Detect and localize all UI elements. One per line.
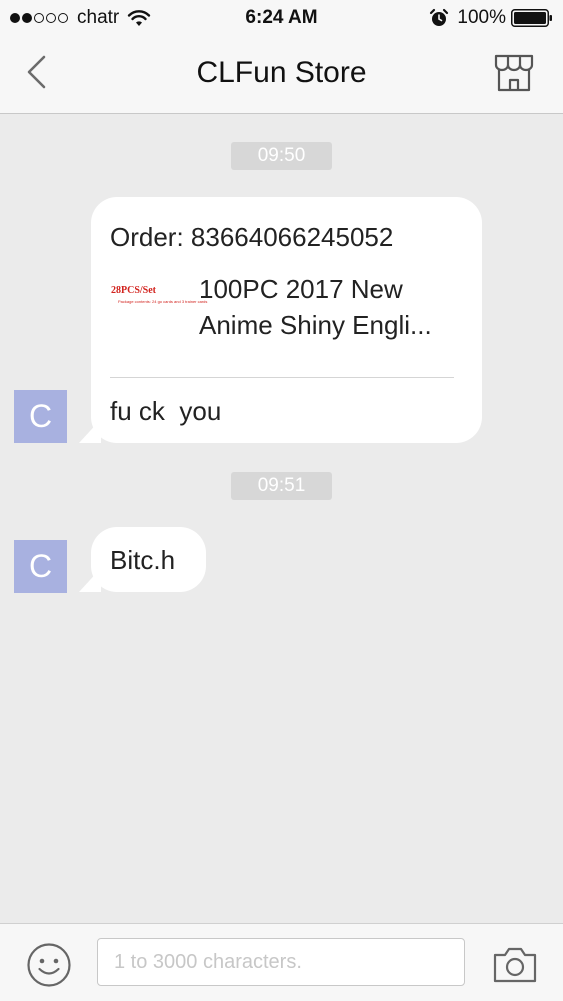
message-timestamp: 09:50	[231, 142, 332, 170]
status-bar: chatr 6:24 AM 100%	[0, 0, 563, 36]
product-thumbnail-subtitle: Package contents: 24 go cards and 3 trai…	[118, 299, 208, 304]
camera-button[interactable]	[492, 944, 538, 984]
bubble-tail	[79, 568, 101, 592]
bubble-divider	[110, 377, 454, 378]
battery-icon	[511, 9, 552, 27]
store-button[interactable]	[493, 52, 535, 94]
page-title: CLFun Store	[196, 56, 367, 89]
avatar[interactable]: C	[14, 540, 67, 593]
product-thumbnail[interactable]: 28PCS/Set Package contents: 24 go cards …	[110, 285, 207, 347]
message-bubble[interactable]: Bitc.h	[79, 527, 206, 592]
order-message-bubble[interactable]: Order: 83664066245052 28PCS/Set Package …	[79, 197, 482, 443]
message-input[interactable]	[97, 938, 465, 986]
product-thumbnail-title: 28PCS/Set	[111, 285, 156, 296]
camera-icon	[493, 947, 537, 983]
product-title[interactable]: 100PC 2017 New Anime Shiny Engli...	[199, 271, 459, 343]
battery-percent: 100%	[457, 7, 506, 28]
chat-area[interactable]: 09:50 C Order: 83664066245052 28PCS/Set …	[0, 114, 563, 924]
nav-bar: CLFun Store	[0, 36, 563, 114]
order-number: Order: 83664066245052	[110, 222, 394, 252]
message-timestamp: 09:51	[231, 472, 332, 500]
alarm-clock-icon	[430, 8, 449, 26]
message-text: fu ck you	[110, 396, 222, 426]
smiley-icon	[27, 943, 71, 987]
status-right: 100%	[429, 7, 553, 29]
message-text: Bitc.h	[110, 545, 176, 575]
storefront-icon	[494, 54, 534, 92]
emoji-button[interactable]	[26, 942, 72, 988]
avatar[interactable]: C	[14, 390, 67, 443]
bubble-tail	[79, 419, 101, 443]
input-bar	[0, 923, 563, 1001]
